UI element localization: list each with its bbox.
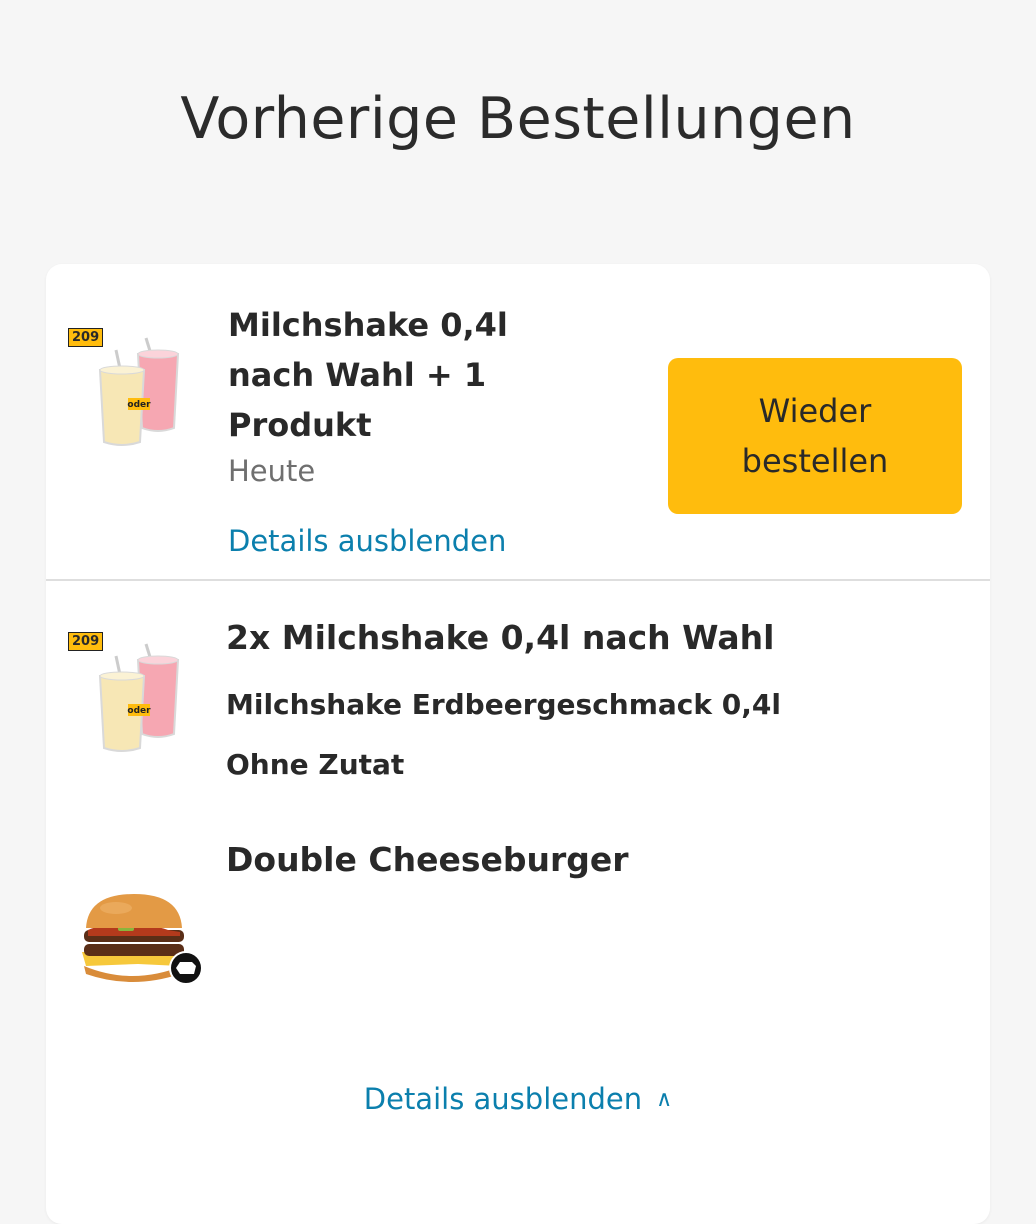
order-title: Milchshake 0,4l nach Wahl + 1 Produkt — [228, 306, 508, 444]
line-item-title: 2x Milchshake 0,4l nach Wahl — [226, 618, 775, 657]
order-date: Heute — [228, 454, 316, 488]
details-toggle-link[interactable]: Details ausblenden — [228, 524, 506, 558]
cheeseburger-thumbnail — [76, 894, 208, 994]
reorder-button-label: Wieder bestellen — [741, 392, 889, 480]
milkshake-thumbnail: oder 209 — [68, 320, 188, 450]
page-title: Vorherige Bestellungen — [180, 86, 856, 152]
line-item-option: Milchshake Erdbeergeschmack 0,4l — [226, 688, 781, 721]
details-toggle-label: Details ausblenden — [363, 1082, 643, 1116]
order-card: oder 209 Milchshake 0,4l nach Wahl + 1 P… — [46, 264, 990, 1224]
order-summary: oder 209 Milchshake 0,4l nach Wahl + 1 P… — [46, 264, 990, 580]
divider — [46, 579, 990, 581]
price-badge: 209 — [68, 328, 104, 347]
line-item-title: Double Cheeseburger — [226, 840, 629, 879]
details-toggle-bottom[interactable]: Details ausblenden ∧ — [46, 1082, 990, 1116]
reorder-button[interactable]: Wieder bestellen — [668, 358, 962, 514]
thumb-oder-label: oder — [127, 706, 151, 716]
milkshake-thumbnail: oder 209 — [68, 626, 188, 756]
thumb-oder-label: oder — [127, 400, 151, 410]
price-badge: 209 — [68, 632, 104, 651]
line-item-option: Ohne Zutat — [226, 748, 405, 781]
chevron-up-icon: ∧ — [656, 1087, 673, 1112]
cheeseburger-image-icon — [82, 894, 203, 985]
